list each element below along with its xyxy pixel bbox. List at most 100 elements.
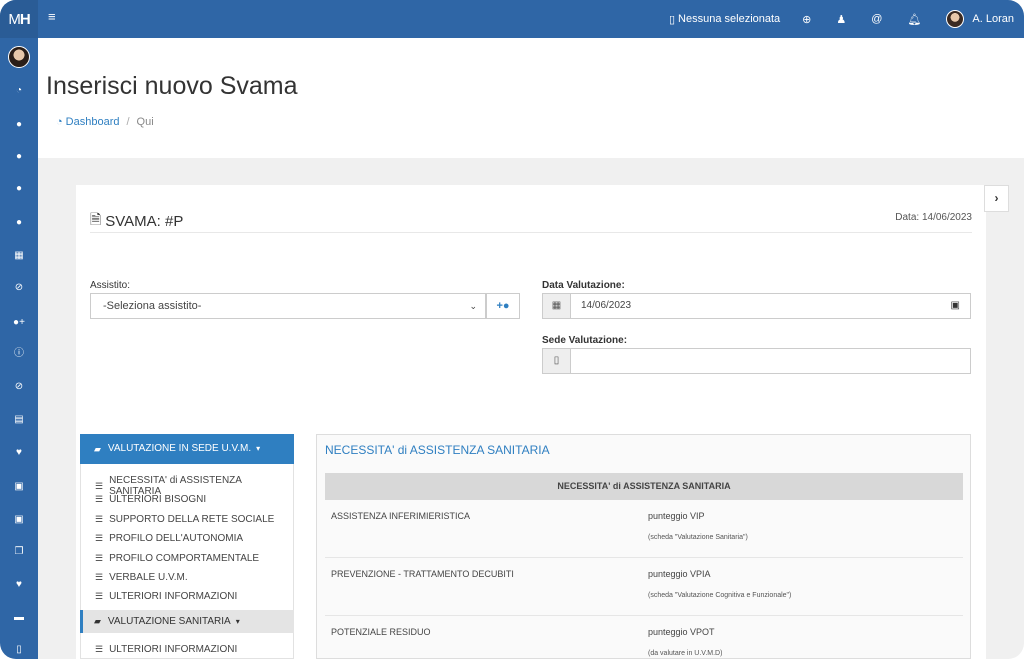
card-title: 🗎︎ SVAMA: #P [90, 209, 183, 233]
user-icon[interactable]: ● [0, 148, 38, 166]
tree-item-ulteriori-bisogni[interactable]: ☰ ULTERIORI BISOGNI [95, 494, 206, 505]
copy-icon[interactable]: ❐ [0, 543, 38, 561]
dashboard-icon: ◔ [56, 116, 63, 128]
tree-item-ulteriori-info-2[interactable]: ☰ ULTERIORI INFORMAZIONI [95, 644, 237, 655]
svama-card: 🗎︎ SVAMA: #P Data: 14/06/2023 Assistito:… [76, 185, 986, 659]
breadcrumb-home-label: Dashboard [65, 116, 120, 128]
building-icon: ▯ [542, 348, 571, 374]
tree-item-label: ULTERIORI BISOGNI [109, 494, 207, 505]
row-note: (scheda "Valutazione Cognitiva e Funzion… [648, 592, 792, 599]
chevron-down-icon: ⌄ [469, 301, 477, 311]
hamburger-menu-icon[interactable]: ≡ [48, 10, 58, 23]
row-note: (scheda "Valutazione Sanitaria") [648, 534, 748, 541]
sede-valutazione-input[interactable] [571, 348, 971, 374]
breadcrumb-separator: / [126, 116, 130, 128]
user-name: A. Loran [972, 13, 1014, 25]
briefcase-icon[interactable]: ▬ [0, 609, 38, 627]
row-name: POTENZIALE RESIDUO [331, 627, 431, 637]
row-score: punteggio VPIA [648, 569, 711, 579]
tree-item-label: PROFILO COMPORTAMENTALE [109, 553, 260, 564]
caret-down-icon: ▾ [256, 444, 261, 453]
building-icon: ▯ [668, 13, 676, 26]
content-panel: NECESSITA' di ASSISTENZA SANITARIA NECES… [316, 434, 971, 659]
list-icon: ☰ [95, 514, 103, 524]
tree-item-ulteriori-info[interactable]: ☰ ULTERIORI INFORMAZIONI [95, 591, 237, 602]
breadcrumb-current: Qui [136, 116, 154, 128]
life-ring-icon: ⊕ [802, 13, 812, 26]
svama-tree-nav: ▰ VALUTAZIONE IN SEDE U.V.M. ▾ ☰ NECESSIT… [80, 434, 294, 659]
list-icon: ☰ [95, 553, 103, 563]
list-icon: ☰ [95, 591, 103, 601]
page-header: Inserisci nuovo Svama ◔ Dashboard / Qui [38, 38, 1024, 158]
heartbeat-icon[interactable]: ♥ [0, 576, 38, 594]
building-icon[interactable]: ▯ [0, 641, 38, 659]
brand-letter-h: H [19, 10, 31, 28]
support-button[interactable]: ⊕ [802, 13, 814, 26]
user-icon[interactable]: ● [0, 214, 38, 232]
notifications-button[interactable]: 🔔︎ [907, 13, 924, 26]
assistito-select-value: -Seleziona assistito- [103, 300, 202, 312]
calendar-icon[interactable]: ▦ [0, 247, 38, 265]
user-md-icon: ♟ [836, 13, 847, 26]
sidebar-avatar[interactable] [8, 46, 30, 68]
calendar-picker-icon[interactable]: ▣ [951, 294, 960, 318]
medkit-icon[interactable]: ▣ [0, 478, 38, 496]
at-button[interactable]: @ [871, 13, 885, 25]
list-icon: ☰ [95, 480, 103, 491]
user-plus-icon: +● [496, 300, 510, 312]
list-icon: ☰ [95, 494, 103, 504]
medkit-icon[interactable]: ▣ [0, 511, 38, 529]
calendar-icon: ▦ [542, 293, 571, 319]
add-assistito-button[interactable]: +● [486, 293, 520, 319]
file-icon[interactable]: ▤ [0, 411, 38, 429]
row-name: ASSISTENZA INFERIMIERISTICA [331, 511, 471, 521]
tree-item-supporto-rete[interactable]: ☰ SUPPORTO DELLA RETE SOCIALE [95, 514, 274, 525]
heartbeat-icon[interactable]: ♥ [0, 444, 38, 462]
at-icon: @ [871, 13, 883, 25]
tree-item-profilo-autonomia[interactable]: ☰ PROFILO DELL'AUTONOMIA [95, 533, 243, 544]
page-title: Inserisci nuovo Svama [46, 72, 298, 100]
user-menu[interactable]: A. Loran [946, 10, 1014, 28]
table-row: PREVENZIONE - TRATTAMENTO DECUBITI punte… [325, 558, 963, 616]
table-row: ASSISTENZA INFERIMIERISTICA punteggio VI… [325, 500, 963, 558]
check-circle-icon[interactable]: ⊘ [0, 279, 38, 297]
card-title-text: SVAMA: #P [105, 212, 184, 230]
table-header: NECESSITA' di ASSISTENZA SANITARIA [325, 473, 963, 500]
collapse-panel-button[interactable]: › [984, 185, 1009, 212]
tree-item-verbale[interactable]: ☰ VERBALE U.V.M. [95, 572, 188, 583]
tree-group-label: VALUTAZIONE IN SEDE U.V.M. [107, 443, 252, 454]
folder-open-icon: ▰ [94, 616, 101, 626]
sidebar: ◔ ● ● ● ● ▦ ⊘ ●+ ⓘ ⊘ ▤ ♥ ▣ ▣ ❐ ♥ ▬ ▯ [0, 38, 38, 659]
dashboard-icon[interactable]: ◔ [0, 82, 38, 100]
row-score: punteggio VPOT [648, 627, 715, 637]
tree-item-label: ULTERIORI INFORMAZIONI [109, 644, 238, 655]
user-icon[interactable]: ● [0, 180, 38, 198]
user-plus-icon[interactable]: ●+ [0, 314, 38, 332]
avatar [946, 10, 965, 28]
tree-group-valutazione-sanitaria[interactable]: ▰ VALUTAZIONE SANITARIA ▾ [80, 610, 294, 633]
tree-item-label: VERBALE U.V.M. [109, 572, 188, 583]
list-icon: ☰ [95, 533, 103, 543]
divider [90, 232, 972, 233]
data-valutazione-input[interactable]: 14/06/2023 ▣ [571, 293, 971, 319]
card-date: Data: 14/06/2023 [895, 212, 972, 223]
tree-group-valutazione-uvm[interactable]: ▰ VALUTAZIONE IN SEDE U.V.M. ▾ [80, 434, 294, 464]
user-icon[interactable]: ● [0, 116, 38, 134]
table-row: POTENZIALE RESIDUO punteggio VPOT (da va… [325, 616, 963, 659]
brand-logo[interactable]: MH [0, 0, 38, 38]
bell-icon: 🔔︎ [907, 13, 922, 26]
selection-indicator[interactable]: ▯ Nessuna selezionata [669, 13, 780, 26]
breadcrumb: ◔ Dashboard / Qui [56, 116, 154, 128]
breadcrumb-dashboard-link[interactable]: ◔ Dashboard [56, 116, 119, 128]
data-valutazione-label: Data Valutazione: [542, 280, 625, 291]
panel-title: NECESSITA' di ASSISTENZA SANITARIA [325, 443, 550, 457]
row-score: punteggio VIP [648, 511, 705, 521]
check-circle-icon[interactable]: ⊘ [0, 378, 38, 396]
info-icon[interactable]: ⓘ [0, 345, 38, 363]
user-md-button[interactable]: ♟ [836, 13, 849, 26]
tree-item-profilo-comportamentale[interactable]: ☰ PROFILO COMPORTAMENTALE [95, 553, 259, 564]
row-name: PREVENZIONE - TRATTAMENTO DECUBITI [331, 569, 514, 579]
assistito-select[interactable]: -Seleziona assistito- ⌄ [90, 293, 486, 319]
chevron-right-icon: › [994, 191, 999, 205]
list-icon: ☰ [95, 644, 103, 654]
